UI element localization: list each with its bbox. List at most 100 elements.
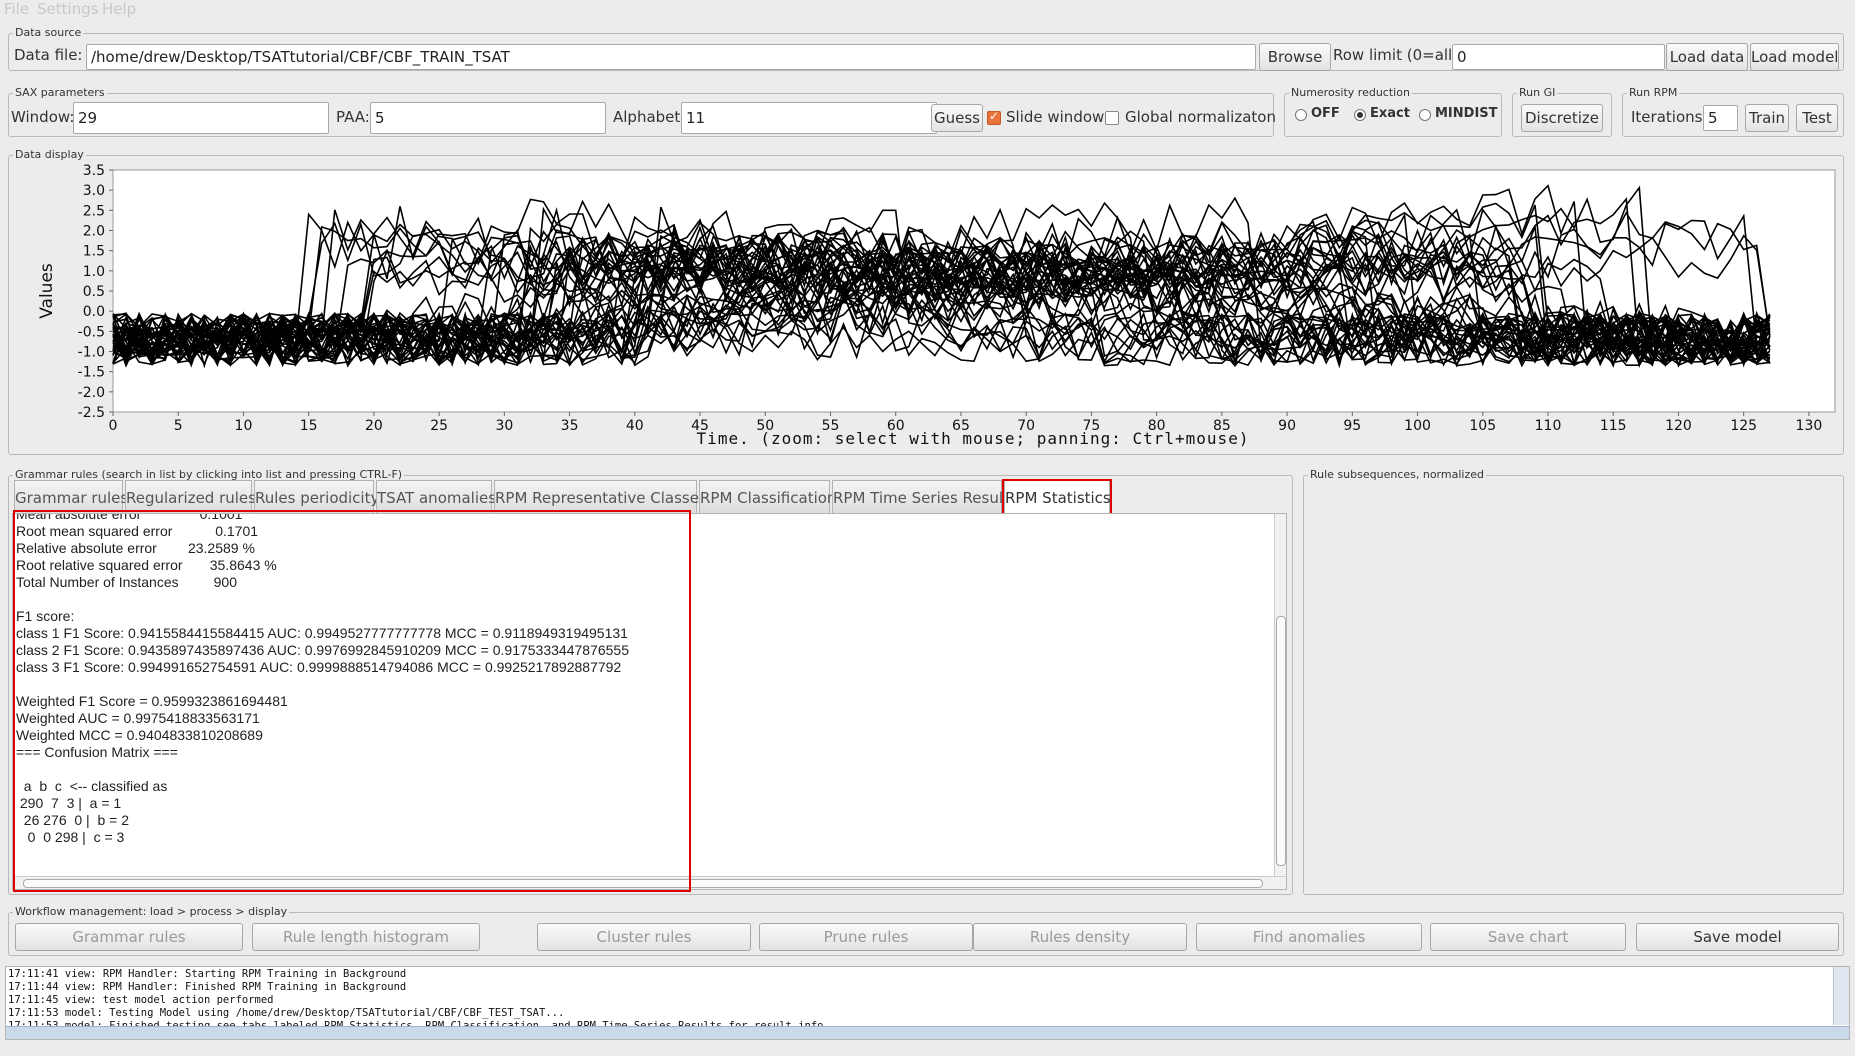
log-vertical-scrollbar[interactable]: [1833, 967, 1849, 1025]
y-tick-label: 2.0: [83, 224, 105, 240]
stats-line: class 2 F1 Score: 0.9435897435897436 AUC…: [16, 642, 629, 658]
x-tick-label: 5: [174, 418, 183, 434]
test-button[interactable]: Test: [1796, 104, 1838, 132]
numerosity-mindist-radio[interactable]: [1419, 109, 1431, 121]
stats-line: F1 score:: [16, 608, 75, 624]
rule-subsequences-legend: Rule subsequences, normalized: [1308, 468, 1486, 481]
tab-rpm-representative-classes[interactable]: RPM Representative Classes: [494, 480, 707, 514]
global-normalization-label: Global normalizaton: [1125, 108, 1276, 126]
x-tick-label: 30: [495, 418, 513, 434]
workflow-legend: Workflow management: load > process > di…: [13, 905, 290, 918]
tab-rules-periodicity[interactable]: Rules periodicity: [254, 480, 379, 514]
menu-help[interactable]: Help: [102, 0, 136, 18]
tab-rpm-time-series-results[interactable]: RPM Time Series Results: [832, 480, 1017, 514]
time-series-chart[interactable]: 3.5 3.0 2.5 2.0 1.5 1.0 0.5 0.0 -0.5 -1.0 -1.5 -2.0…: [8, 160, 1844, 455]
menu-settings[interactable]: Settings: [37, 0, 99, 18]
numerosity-exact-label: Exact: [1370, 106, 1410, 121]
x-tick-label: 105: [1469, 418, 1496, 434]
numerosity-panel: Numerosity reduction OFF Exact MINDIST: [1284, 86, 1502, 137]
vertical-scrollbar[interactable]: [1274, 514, 1286, 876]
numerosity-off-label: OFF: [1311, 106, 1340, 121]
x-tick-label: 15: [300, 418, 318, 434]
stats-line: Total Number of Instances 900: [16, 574, 237, 590]
rule-length-histogram-button[interactable]: Rule length histogram: [252, 923, 480, 951]
log-line: 17:11:45 view: test model action perform…: [8, 994, 274, 1006]
slide-window-checkbox[interactable]: [987, 109, 1001, 125]
slide-window-label: Slide window: [1006, 108, 1105, 126]
menu-file[interactable]: File: [4, 0, 29, 18]
log-line: 17:11:53 model: Testing Model using /hom…: [8, 1007, 565, 1019]
statistics-text-area[interactable]: Mean absolute error 0.1001 Root mean squa…: [12, 513, 1287, 890]
discretize-button[interactable]: Discretize: [1521, 104, 1603, 132]
x-tick-label: 90: [1278, 418, 1296, 434]
stats-line: === Confusion Matrix ===: [16, 744, 178, 760]
stats-line: 26 276 0 | b = 2: [16, 812, 129, 828]
sax-parameters-panel: SAX parameters Window: 29 PAA: 5 Alphabe…: [8, 86, 1276, 137]
horizontal-scroll-thumb[interactable]: [23, 879, 1263, 888]
statistics-text: Mean absolute error 0.1001 Root mean squa…: [16, 514, 629, 846]
y-ticks: 3.5 3.0 2.5 2.0 1.5 1.0 0.5 0.0 -0.5 -1.0 -1.5 -2.0…: [78, 163, 113, 421]
cluster-rules-button[interactable]: Cluster rules: [537, 923, 751, 951]
horizontal-scrollbar[interactable]: [13, 876, 1286, 889]
tab-regularized-rules[interactable]: Regularized rules: [125, 480, 256, 514]
grammar-rules-button[interactable]: Grammar rules: [15, 923, 243, 951]
data-file-field[interactable]: /home/drew/Desktop/TSATtutorial/CBF/CBF_…: [86, 44, 1256, 70]
row-limit-label: Row limit (0=all):: [1333, 46, 1464, 64]
window-field[interactable]: 29: [73, 102, 329, 134]
stats-line: [16, 676, 629, 693]
x-tick-label: 20: [365, 418, 383, 434]
stats-line: Weighted MCC = 0.9404833810208689: [16, 727, 263, 743]
paa-label: PAA:: [336, 108, 370, 126]
stats-line: class 1 F1 Score: 0.9415584415584415 AUC…: [16, 625, 628, 641]
tab-grammar-rules[interactable]: Grammar rules: [14, 480, 128, 514]
numerosity-off-radio[interactable]: [1295, 109, 1307, 121]
find-anomalies-button[interactable]: Find anomalies: [1196, 923, 1422, 951]
vertical-scroll-thumb[interactable]: [1276, 616, 1286, 866]
x-tick-label: 130: [1796, 418, 1823, 434]
browse-button[interactable]: Browse: [1259, 43, 1331, 71]
x-tick-label: 10: [235, 418, 253, 434]
load-model-button[interactable]: Load model: [1750, 43, 1839, 71]
stats-line: [16, 761, 629, 778]
tab-tsat-anomalies[interactable]: TSAT anomalies: [376, 480, 496, 514]
tab-rpm-statistics[interactable]: RPM Statistics: [1004, 480, 1111, 514]
stats-line: Relative absolute error 23.2589 %: [16, 540, 255, 556]
rules-density-button[interactable]: Rules density: [973, 923, 1187, 951]
y-tick-label: 0.5: [83, 284, 105, 300]
stats-line: class 3 F1 Score: 0.994991652754591 AUC:…: [16, 659, 622, 675]
y-tick-label: 1.0: [83, 264, 105, 280]
numerosity-exact-radio[interactable]: [1354, 109, 1366, 121]
x-axis-label: Time. (zoom: select with mouse; panning:…: [697, 429, 1250, 448]
log-area[interactable]: 17:11:41 view: RPM Handler: Starting RPM…: [5, 966, 1850, 1040]
stats-line: 290 7 3 | a = 1: [16, 795, 122, 811]
alphabet-field[interactable]: 11: [681, 102, 937, 134]
data-source-panel: Data source Data file: /home/drew/Deskto…: [8, 26, 1844, 71]
log-line: 17:11:44 view: RPM Handler: Finished RPM…: [8, 981, 407, 993]
x-tick-label: 125: [1730, 418, 1757, 434]
x-tick-label: 120: [1665, 418, 1692, 434]
x-tick-label: 0: [109, 418, 118, 434]
guess-button[interactable]: Guess: [931, 104, 983, 132]
paa-field[interactable]: 5: [370, 102, 606, 134]
y-tick-label: -2.5: [78, 405, 105, 421]
save-chart-button[interactable]: Save chart: [1430, 923, 1626, 951]
sax-legend: SAX parameters: [13, 86, 107, 99]
load-data-button[interactable]: Load data: [1666, 43, 1748, 71]
iterations-field[interactable]: 5: [1703, 105, 1738, 131]
save-model-button[interactable]: Save model: [1636, 923, 1839, 951]
row-limit-field[interactable]: 0: [1452, 44, 1665, 70]
numerosity-mindist-label: MINDIST: [1435, 106, 1498, 121]
run-gi-panel: Run GI Discretize: [1512, 86, 1612, 137]
data-file-label: Data file:: [14, 46, 83, 64]
y-axis-label: Values: [37, 263, 57, 319]
stats-line: Weighted F1 Score = 0.9599323861694481: [16, 693, 288, 709]
train-button[interactable]: Train: [1745, 104, 1789, 132]
global-normalization-checkbox[interactable]: [1105, 111, 1119, 125]
log-horizontal-scrollbar[interactable]: [6, 1026, 1849, 1039]
tab-rpm-classification[interactable]: RPM Classification: [699, 480, 836, 514]
x-tick-label: 35: [561, 418, 579, 434]
x-tick-label: 110: [1535, 418, 1562, 434]
stats-line: [16, 591, 629, 608]
prune-rules-button[interactable]: Prune rules: [759, 923, 973, 951]
data-source-legend: Data source: [13, 26, 84, 39]
